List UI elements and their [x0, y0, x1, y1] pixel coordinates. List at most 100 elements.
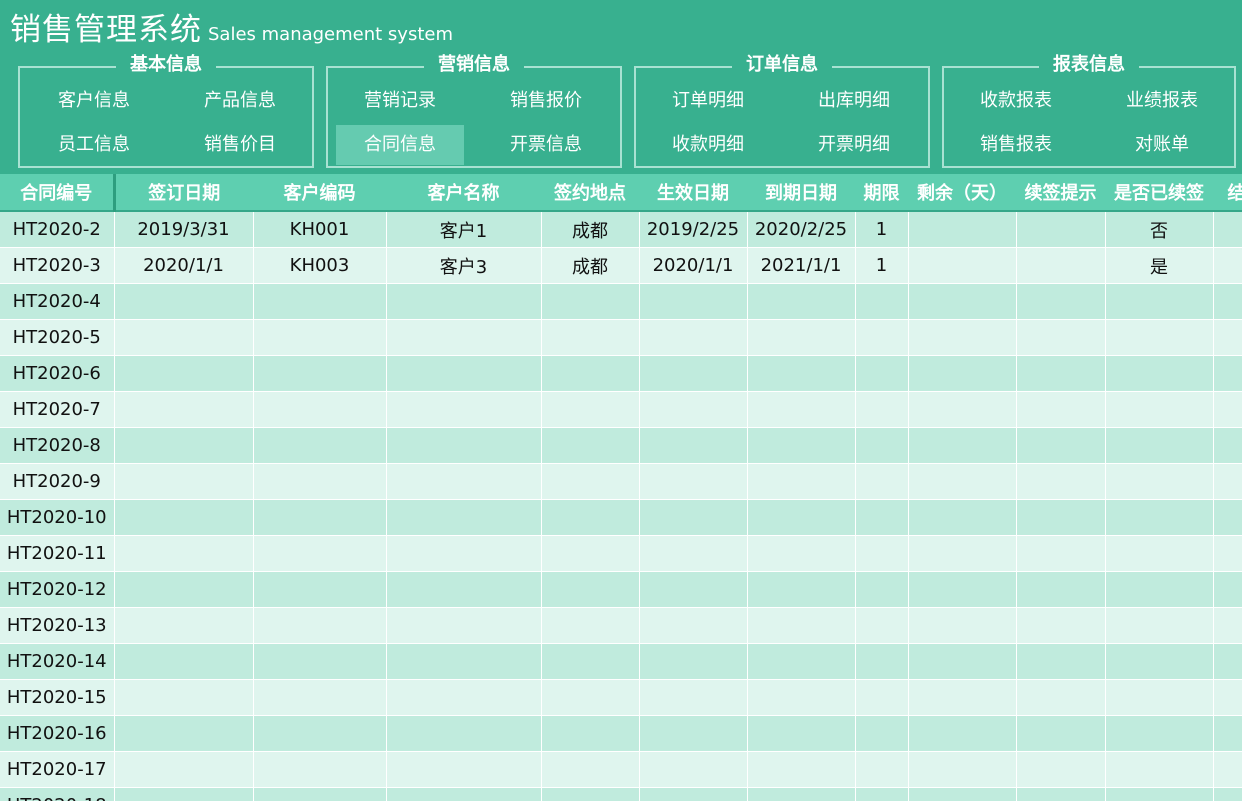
- nav-order-details-button[interactable]: 订单明细: [644, 81, 772, 121]
- column-header[interactable]: 客户编码: [253, 174, 386, 212]
- table-cell[interactable]: [253, 427, 387, 464]
- table-cell[interactable]: [908, 427, 1017, 464]
- table-cell[interactable]: [747, 607, 856, 644]
- table-cell[interactable]: [1105, 787, 1214, 801]
- table-cell[interactable]: [1105, 463, 1214, 500]
- nav-invoice-info-button[interactable]: 开票信息: [482, 125, 610, 165]
- table-cell[interactable]: [639, 607, 748, 644]
- table-cell[interactable]: [386, 643, 542, 680]
- nav-statement-button[interactable]: 对账单: [1098, 125, 1226, 165]
- table-cell[interactable]: [1213, 391, 1242, 428]
- nav-sales-quote-button[interactable]: 销售报价: [482, 81, 610, 121]
- table-cell[interactable]: [747, 679, 856, 716]
- column-header[interactable]: 签订日期: [114, 174, 253, 212]
- table-cell[interactable]: [908, 499, 1017, 536]
- table-cell[interactable]: [1105, 535, 1214, 572]
- table-cell[interactable]: HT2020-17: [0, 751, 115, 788]
- table-cell[interactable]: [639, 463, 748, 500]
- table-cell[interactable]: [1105, 571, 1214, 608]
- table-cell[interactable]: [386, 535, 542, 572]
- table-cell[interactable]: [639, 319, 748, 356]
- table-cell[interactable]: [639, 787, 748, 801]
- table-cell[interactable]: [639, 535, 748, 572]
- table-cell[interactable]: 否: [1105, 211, 1214, 248]
- table-cell[interactable]: [541, 751, 640, 788]
- table-cell[interactable]: 成都: [541, 247, 640, 284]
- table-cell[interactable]: [386, 499, 542, 536]
- table-cell[interactable]: [114, 499, 254, 536]
- table-cell[interactable]: [908, 211, 1017, 248]
- table-cell[interactable]: HT2020-11: [0, 535, 115, 572]
- table-cell[interactable]: [1016, 679, 1106, 716]
- table-cell[interactable]: [639, 715, 748, 752]
- table-cell[interactable]: [386, 679, 542, 716]
- table-cell[interactable]: [1105, 355, 1214, 392]
- table-cell[interactable]: [639, 391, 748, 428]
- table-cell[interactable]: [1213, 355, 1242, 392]
- table-cell[interactable]: [908, 355, 1017, 392]
- table-cell[interactable]: [1016, 247, 1106, 284]
- table-cell[interactable]: 2021/1/1: [747, 247, 856, 284]
- table-cell[interactable]: [639, 283, 748, 320]
- table-cell[interactable]: [1105, 427, 1214, 464]
- table-cell[interactable]: [386, 571, 542, 608]
- table-cell[interactable]: [386, 427, 542, 464]
- table-cell[interactable]: [541, 643, 640, 680]
- table-cell[interactable]: [855, 427, 909, 464]
- table-cell[interactable]: [1105, 643, 1214, 680]
- table-cell[interactable]: [253, 679, 387, 716]
- table-cell[interactable]: [114, 319, 254, 356]
- nav-sales-report-button[interactable]: 销售报表: [952, 125, 1080, 165]
- table-cell[interactable]: [908, 535, 1017, 572]
- table-cell[interactable]: [908, 571, 1017, 608]
- table-cell[interactable]: [1105, 607, 1214, 644]
- nav-payment-report-button[interactable]: 收款报表: [952, 81, 1080, 121]
- table-cell[interactable]: [541, 391, 640, 428]
- table-cell[interactable]: 客户3: [386, 247, 542, 284]
- table-cell[interactable]: [747, 463, 856, 500]
- table-cell[interactable]: [1213, 643, 1242, 680]
- table-cell[interactable]: [114, 643, 254, 680]
- table-cell[interactable]: [114, 607, 254, 644]
- nav-product-info-button[interactable]: 产品信息: [176, 81, 304, 121]
- table-cell[interactable]: [747, 715, 856, 752]
- table-cell[interactable]: [541, 499, 640, 536]
- table-cell[interactable]: [855, 787, 909, 801]
- table-cell[interactable]: [1213, 463, 1242, 500]
- column-header[interactable]: 续签提示: [1016, 174, 1105, 212]
- nav-invoice-details-button[interactable]: 开票明细: [790, 125, 918, 165]
- table-cell[interactable]: [855, 391, 909, 428]
- table-cell[interactable]: [1016, 463, 1106, 500]
- table-cell[interactable]: [541, 715, 640, 752]
- table-cell[interactable]: [114, 751, 254, 788]
- table-cell[interactable]: [1016, 427, 1106, 464]
- table-cell[interactable]: [253, 319, 387, 356]
- table-cell[interactable]: [253, 391, 387, 428]
- table-cell[interactable]: [1016, 571, 1106, 608]
- table-cell[interactable]: [1213, 607, 1242, 644]
- table-cell[interactable]: [114, 355, 254, 392]
- table-cell[interactable]: [114, 463, 254, 500]
- table-cell[interactable]: KH001: [253, 211, 387, 248]
- table-cell[interactable]: [253, 787, 387, 801]
- table-cell[interactable]: 1: [855, 211, 909, 248]
- table-cell[interactable]: [386, 463, 542, 500]
- column-header[interactable]: 到期日期: [747, 174, 855, 212]
- table-cell[interactable]: HT2020-9: [0, 463, 115, 500]
- table-cell[interactable]: HT2020-12: [0, 571, 115, 608]
- table-cell[interactable]: [639, 499, 748, 536]
- table-cell[interactable]: [639, 427, 748, 464]
- table-cell[interactable]: [1213, 535, 1242, 572]
- table-cell[interactable]: [253, 607, 387, 644]
- table-cell[interactable]: [855, 643, 909, 680]
- table-cell[interactable]: [747, 643, 856, 680]
- table-cell[interactable]: [541, 283, 640, 320]
- table-cell[interactable]: [253, 283, 387, 320]
- table-cell[interactable]: HT2020-16: [0, 715, 115, 752]
- table-cell[interactable]: 2020/1/1: [114, 247, 254, 284]
- table-cell[interactable]: [541, 787, 640, 801]
- table-cell[interactable]: [1016, 751, 1106, 788]
- table-cell[interactable]: 2020/1/1: [639, 247, 748, 284]
- table-cell[interactable]: [747, 391, 856, 428]
- table-cell[interactable]: [639, 679, 748, 716]
